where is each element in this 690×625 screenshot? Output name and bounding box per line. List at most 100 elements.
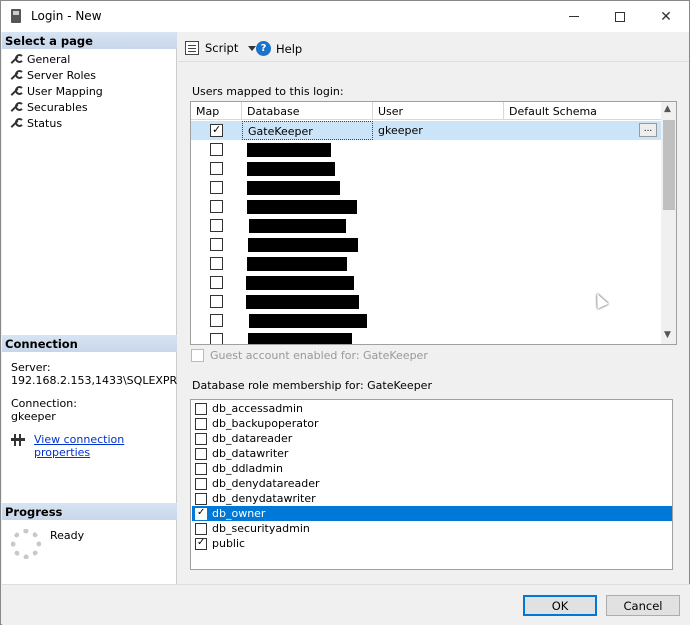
column-header[interactable]: Database — [242, 102, 373, 120]
server-label: Server: — [11, 361, 51, 374]
page-user-mapping[interactable]: User Mapping — [9, 83, 103, 99]
role-membership-list[interactable]: db_accessadmin db_backupoperator db_data… — [190, 399, 673, 570]
page-label: Status — [27, 116, 63, 130]
chevron-up-icon[interactable]: ▲ — [664, 104, 671, 114]
list-item[interactable]: db_accessadmin — [192, 401, 672, 416]
minimize-button[interactable] — [551, 1, 597, 32]
scrollbar-thumb[interactable] — [663, 120, 675, 210]
map-checkbox[interactable] — [210, 295, 223, 308]
redacted-database — [247, 181, 340, 195]
chevron-down-icon[interactable]: ▼ — [664, 330, 671, 340]
role-checkbox[interactable] — [195, 507, 207, 520]
table-row[interactable] — [191, 140, 661, 159]
script-button[interactable]: Script — [185, 41, 257, 55]
list-item[interactable]: public — [192, 536, 672, 551]
close-button[interactable]: ✕ — [643, 1, 689, 32]
maximize-icon — [615, 11, 625, 22]
server-value: 192.168.2.153,1433\SQLEXPRES — [11, 374, 192, 387]
role-name: public — [212, 537, 246, 550]
view-connection-properties-link[interactable]: View connection properties — [34, 433, 176, 459]
connection-label: Connection: — [11, 397, 77, 410]
browse-schema-button[interactable]: ... — [639, 123, 657, 137]
role-checkbox[interactable] — [195, 537, 207, 550]
table-row[interactable] — [191, 273, 661, 292]
list-item[interactable]: db_datawriter — [192, 446, 672, 461]
help-icon: ? — [256, 41, 271, 56]
role-checkbox[interactable] — [195, 522, 207, 535]
guest-account-option: Guest account enabled for: GateKeeper — [191, 349, 428, 362]
table-row[interactable] — [191, 235, 661, 254]
map-checkbox[interactable] — [210, 276, 223, 289]
map-checkbox[interactable] — [210, 238, 223, 251]
plug-icon — [11, 434, 25, 446]
help-button[interactable]: ? Help — [256, 41, 302, 56]
login-new-dialog: Login - New ✕ Select a page General Serv… — [0, 0, 690, 625]
vertical-scrollbar[interactable]: ▲ ▼ — [661, 102, 676, 344]
schema-cell[interactable] — [504, 121, 634, 140]
role-checkbox[interactable] — [195, 402, 207, 415]
role-name: db_securityadmin — [212, 522, 310, 535]
table-row[interactable] — [191, 178, 661, 197]
role-checkbox[interactable] — [195, 432, 207, 445]
column-header[interactable]: Default Schema — [504, 102, 661, 120]
table-row[interactable] — [191, 216, 661, 235]
list-item[interactable]: db_denydatareader — [192, 476, 672, 491]
page-general[interactable]: General — [9, 51, 70, 67]
role-name: db_datawriter — [212, 447, 289, 460]
table-row[interactable] — [191, 197, 661, 216]
cancel-button[interactable]: Cancel — [606, 595, 680, 616]
column-header[interactable]: Map — [191, 102, 242, 120]
list-item[interactable]: db_datareader — [192, 431, 672, 446]
user-mapping-grid[interactable]: Map Database User Default Schema GateKee… — [190, 101, 677, 345]
script-label: Script — [205, 41, 239, 55]
role-checkbox[interactable] — [195, 447, 207, 460]
user-cell[interactable]: gkeeper — [373, 121, 504, 140]
role-checkbox[interactable] — [195, 462, 207, 475]
role-checkbox[interactable] — [195, 417, 207, 430]
map-checkbox[interactable] — [210, 162, 223, 175]
list-item[interactable]: db_owner — [192, 506, 672, 521]
list-item[interactable]: db_denydatawriter — [192, 491, 672, 506]
list-item[interactable]: db_ddladmin — [192, 461, 672, 476]
list-item[interactable]: db_backupoperator — [192, 416, 672, 431]
wrench-icon — [9, 101, 24, 113]
role-membership-label: Database role membership for: GateKeeper — [192, 379, 432, 392]
map-checkbox[interactable] — [210, 181, 223, 194]
table-row[interactable] — [191, 254, 661, 273]
map-checkbox[interactable] — [210, 123, 223, 137]
role-checkbox[interactable] — [195, 492, 207, 505]
page-securables[interactable]: Securables — [9, 99, 88, 115]
wrench-icon — [9, 85, 24, 97]
map-checkbox[interactable] — [210, 143, 223, 156]
column-header[interactable]: User — [373, 102, 504, 120]
role-name: db_datareader — [212, 432, 293, 445]
table-row[interactable] — [191, 292, 661, 311]
table-row[interactable] — [191, 330, 661, 344]
redacted-database — [246, 295, 359, 309]
redacted-database — [247, 200, 357, 214]
role-name: db_owner — [212, 507, 266, 520]
table-row[interactable]: GateKeeper gkeeper ... — [191, 121, 661, 140]
map-checkbox[interactable] — [210, 257, 223, 270]
map-checkbox[interactable] — [210, 314, 223, 327]
table-row[interactable] — [191, 311, 661, 330]
maximize-button[interactable] — [597, 1, 643, 32]
page-server-roles[interactable]: Server Roles — [9, 67, 96, 83]
map-checkbox[interactable] — [210, 333, 223, 344]
role-checkbox[interactable] — [195, 477, 207, 490]
map-checkbox[interactable] — [210, 200, 223, 213]
redacted-database — [246, 276, 354, 290]
list-item[interactable]: db_securityadmin — [192, 521, 672, 536]
script-icon — [185, 41, 199, 55]
page-label: Server Roles — [27, 68, 97, 82]
page-label: User Mapping — [27, 84, 103, 98]
guest-label: Guest account enabled for: GateKeeper — [210, 349, 428, 362]
map-checkbox[interactable] — [210, 219, 223, 232]
redacted-database — [249, 219, 346, 233]
database-cell[interactable]: GateKeeper — [242, 121, 373, 140]
ok-button[interactable]: OK — [523, 595, 597, 616]
table-row[interactable] — [191, 159, 661, 178]
page-status[interactable]: Status — [9, 115, 62, 131]
main-content: Users mapped to this login: Map Database… — [178, 62, 689, 584]
page-label: Securables — [27, 100, 88, 114]
